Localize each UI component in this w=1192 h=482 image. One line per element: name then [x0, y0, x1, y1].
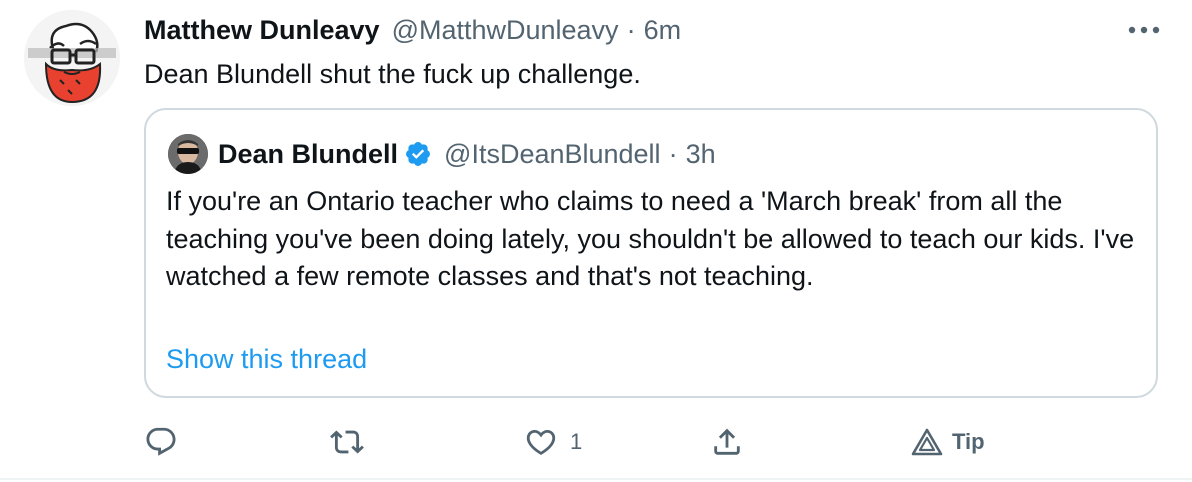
tweet-divider: [0, 478, 1192, 480]
retweet-icon: [330, 430, 364, 454]
author-avatar[interactable]: [24, 10, 120, 106]
tweet-header: Matthew Dunleavy @MatthwDunleavy · 6m: [144, 12, 681, 48]
quoted-author-avatar: [168, 134, 208, 174]
more-options-button[interactable]: [1122, 14, 1166, 46]
quoted-tweet-header: Dean Blundell @ItsDeanBlundell · 3h: [218, 136, 716, 172]
more-icon: [1128, 26, 1160, 34]
quoted-separator-dot: ·: [668, 138, 678, 169]
quoted-tweet-card[interactable]: Dean Blundell @ItsDeanBlundell · 3h If y…: [144, 108, 1158, 398]
reply-button[interactable]: [144, 420, 178, 464]
like-count: 1: [570, 429, 583, 454]
tweet-text: Dean Blundell shut the fuck up challenge…: [144, 59, 641, 89]
tip-icon: [911, 428, 943, 456]
show-thread-link[interactable]: Show this thread: [166, 344, 367, 375]
author-name[interactable]: Matthew Dunleavy: [144, 15, 380, 46]
tip-label: Tip: [952, 429, 985, 454]
verified-badge-icon: [404, 140, 432, 168]
quoted-author-handle[interactable]: @ItsDeanBlundell: [444, 139, 661, 170]
heart-icon: [526, 429, 556, 455]
share-icon: [714, 428, 740, 455]
tip-button[interactable]: Tip: [910, 420, 985, 464]
quoted-avatar-photo: [168, 134, 208, 174]
tweet-timestamp[interactable]: 6m: [644, 15, 682, 46]
separator-dot: ·: [626, 14, 636, 45]
quoted-author-name[interactable]: Dean Blundell: [218, 139, 398, 170]
share-button[interactable]: [710, 420, 744, 464]
author-handle[interactable]: @MatthwDunleavy: [392, 15, 619, 46]
retweet-button[interactable]: [330, 420, 364, 464]
quoted-tweet-text: If you're an Ontario teacher who claims …: [166, 186, 1135, 291]
like-button[interactable]: 1: [524, 420, 582, 464]
reply-icon: [146, 427, 176, 456]
quoted-tweet-timestamp[interactable]: 3h: [686, 139, 716, 170]
avatar-illustration: [24, 10, 120, 106]
